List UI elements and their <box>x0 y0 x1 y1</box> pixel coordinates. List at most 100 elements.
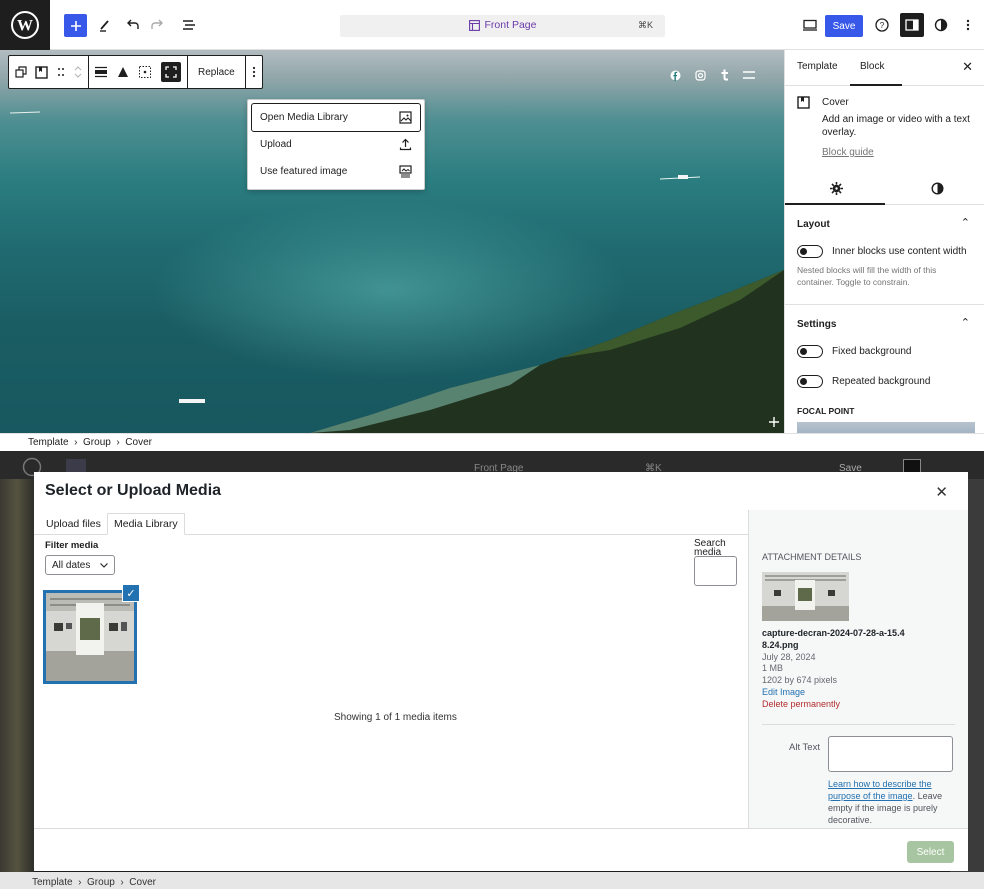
upload-icon <box>399 138 412 151</box>
selected-check-icon[interactable]: ✓ <box>122 584 140 602</box>
command-bar-title: Front Page <box>484 19 537 31</box>
close-icon[interactable]: ✕ <box>935 483 948 501</box>
add-block-plus-icon[interactable] <box>768 416 780 428</box>
styles-contrast-icon[interactable] <box>929 13 953 37</box>
command-shortcut: ⌘K <box>637 20 653 30</box>
divider <box>762 724 955 725</box>
alt-text-label: Alt Text <box>789 742 820 753</box>
modal-footer: Select <box>34 828 968 871</box>
alt-text-help: Learn how to describe the purpose of the… <box>828 778 958 826</box>
full-height-icon[interactable] <box>161 62 181 82</box>
document-overview-icon[interactable] <box>177 13 201 37</box>
options-kebab-icon[interactable] <box>956 13 980 37</box>
menu-hamburger-icon[interactable] <box>743 71 755 79</box>
redo-icon[interactable] <box>145 13 169 37</box>
focal-point-picker[interactable] <box>797 422 975 433</box>
search-media-label: Search media <box>694 539 726 557</box>
layout-section-title[interactable]: Layout <box>797 219 830 230</box>
divider <box>785 304 984 305</box>
edit-image-link[interactable]: Edit Image <box>762 687 962 699</box>
save-button[interactable]: Save <box>825 15 863 37</box>
fixed-background-row[interactable]: Fixed background <box>797 345 912 358</box>
attachment-thumbnail[interactable] <box>43 590 137 684</box>
select-button[interactable]: Select <box>907 841 954 863</box>
page-layout-icon <box>468 19 480 31</box>
date-filter-select[interactable]: All dates <box>45 555 115 575</box>
drag-handle-icon[interactable] <box>58 67 64 77</box>
desktop-preview-icon[interactable] <box>798 13 822 37</box>
toggle-label: Repeated background <box>832 376 931 387</box>
social-links <box>670 69 755 81</box>
replace-media-popover: Open Media Library Upload Use featured i… <box>247 99 425 190</box>
filter-media-label: Filter media <box>45 540 99 551</box>
open-media-library-item[interactable]: Open Media Library <box>251 103 421 132</box>
move-up-down-icon[interactable] <box>74 65 82 79</box>
repeated-background-row[interactable]: Repeated background <box>797 375 930 388</box>
block-options-kebab-icon[interactable] <box>252 66 256 78</box>
block-name: Cover <box>822 97 849 108</box>
attachment-size: 1 MB <box>762 663 784 674</box>
delete-permanently-link[interactable]: Delete permanently <box>762 699 962 711</box>
date-filter-value: All dates <box>52 559 91 571</box>
block-description: Add an image or video with a text overla… <box>822 114 970 138</box>
tab-upload-files[interactable]: Upload files <box>40 513 107 535</box>
overlay-color-icon[interactable] <box>117 66 129 78</box>
settings-sidebar-icon[interactable] <box>900 13 924 37</box>
help-icon[interactable]: ? <box>870 13 894 37</box>
use-featured-image-item[interactable]: Use featured image <box>252 158 420 185</box>
tumblr-icon[interactable] <box>720 69 729 81</box>
chevron-up-icon[interactable]: ⌃ <box>961 316 970 329</box>
attachment-date: July 28, 2024 <box>762 651 816 662</box>
tab-media-library[interactable]: Media Library <box>107 513 185 535</box>
content-position-icon[interactable] <box>139 66 151 78</box>
editor-topbar: W Front Page ⌘K Save ? <box>0 0 984 50</box>
command-bar[interactable]: Front Page ⌘K <box>340 15 665 37</box>
media-library-icon <box>399 111 412 124</box>
fixed-background-toggle[interactable] <box>797 345 823 358</box>
sidebar-tabs: Template Block ✕ <box>785 50 984 86</box>
breadcrumb-item[interactable]: Cover <box>125 437 152 448</box>
repeated-background-toggle[interactable] <box>797 375 823 388</box>
inner-blocks-toggle[interactable] <box>797 245 823 258</box>
alt-text-input[interactable] <box>828 736 953 772</box>
tab-block[interactable]: Block <box>860 61 884 72</box>
dimmed-breadcrumb: Template › Group › Cover <box>32 877 156 888</box>
media-modal: Select or Upload Media ✕ Upload files Me… <box>34 472 968 871</box>
breadcrumb-item: Template <box>32 877 73 888</box>
boat-image <box>660 175 700 180</box>
block-card: Cover Add an image or video with a text … <box>797 96 977 159</box>
wordpress-logo-icon[interactable]: W <box>0 0 50 50</box>
upload-item[interactable]: Upload <box>252 131 420 158</box>
settings-section-title[interactable]: Settings <box>797 319 836 330</box>
menu-item-label: Open Media Library <box>260 112 348 123</box>
block-inserter-plus-icon[interactable] <box>64 14 87 37</box>
active-tab-indicator <box>785 203 885 205</box>
breadcrumb-item[interactable]: Group <box>83 437 111 448</box>
tab-template[interactable]: Template <box>797 61 838 72</box>
settings-gear-icon[interactable] <box>830 182 843 195</box>
cover-block-icon[interactable] <box>35 65 48 79</box>
attachment-details-heading: ATTACHMENT DETAILS <box>762 552 862 562</box>
menu-item-label: Use featured image <box>260 166 348 177</box>
undo-icon[interactable] <box>121 13 145 37</box>
pencil-tools-icon[interactable] <box>93 13 117 37</box>
replace-button[interactable]: Replace <box>194 67 239 78</box>
svg-text:?: ? <box>880 21 885 30</box>
active-tab-indicator <box>850 84 902 86</box>
align-icon[interactable] <box>95 66 107 78</box>
styles-contrast-icon[interactable] <box>931 182 944 195</box>
inner-blocks-toggle-row[interactable]: Inner blocks use content width <box>797 245 967 258</box>
instagram-icon[interactable] <box>695 69 706 81</box>
breadcrumb-item[interactable]: Template <box>28 437 69 448</box>
select-parent-icon[interactable] <box>15 66 27 78</box>
attachment-meta: capture-decran-2024-07-28-a-15.48.24.png… <box>762 628 962 711</box>
modal-title: Select or Upload Media <box>45 482 222 499</box>
toggle-label: Fixed background <box>832 346 912 357</box>
block-guide-link[interactable]: Block guide <box>822 146 972 159</box>
focal-point-label: FOCAL POINT <box>797 406 855 416</box>
search-media-input[interactable] <box>694 556 737 586</box>
facebook-icon[interactable] <box>670 70 681 81</box>
close-icon[interactable]: ✕ <box>962 59 973 75</box>
chevron-up-icon[interactable]: ⌃ <box>961 216 970 229</box>
featured-image-icon <box>399 165 412 178</box>
